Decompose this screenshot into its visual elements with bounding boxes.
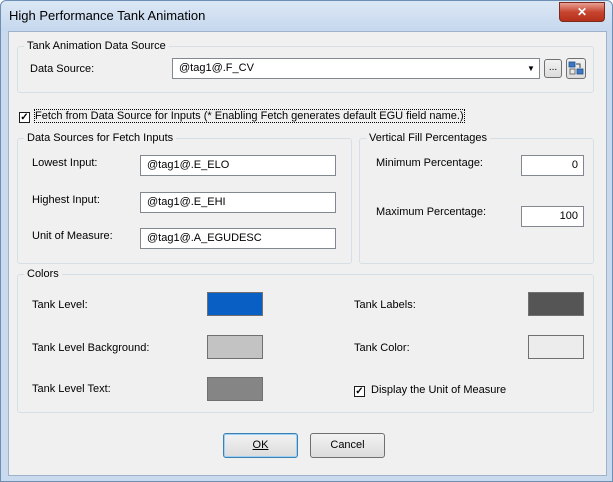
fetch-inputs-group-title: Data Sources for Fetch Inputs — [24, 132, 177, 144]
data-source-value: @tag1@.F_CV — [179, 62, 254, 74]
minimum-percentage-field[interactable]: 0 — [521, 155, 584, 176]
fetch-checkbox[interactable]: ✓ — [19, 112, 30, 123]
minimum-percentage-label: Minimum Percentage: — [376, 157, 483, 169]
colors-group: Colors Tank Level: Tank Level Background… — [17, 268, 594, 413]
tank-level-color-swatch[interactable] — [207, 292, 263, 316]
fill-percentages-group: Vertical Fill Percentages Minimum Percen… — [359, 132, 594, 264]
ok-button-label: OK — [252, 439, 269, 451]
tank-level-label: Tank Level: — [32, 299, 88, 311]
browse-button[interactable]: ... — [544, 59, 562, 78]
lowest-input-field[interactable]: @tag1@.E_ELO — [140, 155, 336, 176]
data-source-label: Data Source: — [30, 63, 95, 75]
tank-level-text-label: Tank Level Text: — [32, 383, 111, 395]
data-source-combo[interactable]: @tag1@.F_CV ▼ — [172, 58, 540, 79]
ok-button[interactable]: OK — [223, 433, 298, 458]
window-title: High Performance Tank Animation — [9, 8, 206, 23]
expression-builder-button[interactable] — [566, 58, 586, 79]
cancel-button-label: Cancel — [330, 439, 365, 451]
unit-of-measure-label: Unit of Measure: — [32, 230, 113, 242]
tank-level-text-color-swatch[interactable] — [207, 377, 263, 401]
tank-level-background-color-swatch[interactable] — [207, 335, 263, 359]
expression-builder-icon — [568, 61, 584, 75]
tank-labels-label: Tank Labels: — [354, 299, 416, 311]
data-source-group-title: Tank Animation Data Source — [24, 40, 169, 52]
highest-input-field[interactable]: @tag1@.E_EHI — [140, 192, 336, 213]
colors-group-title: Colors — [24, 268, 62, 280]
tank-labels-color-swatch[interactable] — [528, 292, 584, 316]
fetch-inputs-group: Data Sources for Fetch Inputs Lowest Inp… — [17, 132, 352, 264]
data-source-group: Tank Animation Data Source Data Source: … — [17, 40, 594, 93]
unit-of-measure-field[interactable]: @tag1@.A_EGUDESC — [140, 228, 336, 249]
maximum-percentage-label: Maximum Percentage: — [376, 206, 487, 218]
display-uom-checkbox[interactable]: ✓ — [354, 386, 365, 397]
tank-color-swatch[interactable] — [528, 335, 584, 359]
title-bar[interactable]: High Performance Tank Animation ✕ — [1, 1, 612, 31]
chevron-down-icon[interactable]: ▼ — [523, 59, 539, 78]
maximum-percentage-field[interactable]: 100 — [521, 206, 584, 227]
dialog-window: High Performance Tank Animation ✕ Tank A… — [0, 0, 613, 482]
dialog-body: Tank Animation Data Source Data Source: … — [8, 31, 607, 476]
fill-percentages-group-title: Vertical Fill Percentages — [366, 132, 490, 144]
tank-color-label: Tank Color: — [354, 342, 410, 354]
fetch-checkbox-label[interactable]: Fetch from Data Source for Inputs (* Ena… — [34, 109, 465, 123]
display-uom-label[interactable]: Display the Unit of Measure — [371, 384, 506, 396]
close-button[interactable]: ✕ — [559, 2, 605, 22]
lowest-input-label: Lowest Input: — [32, 157, 98, 169]
highest-input-label: Highest Input: — [32, 194, 100, 206]
tank-level-background-label: Tank Level Background: — [32, 342, 150, 354]
cancel-button[interactable]: Cancel — [310, 433, 385, 458]
